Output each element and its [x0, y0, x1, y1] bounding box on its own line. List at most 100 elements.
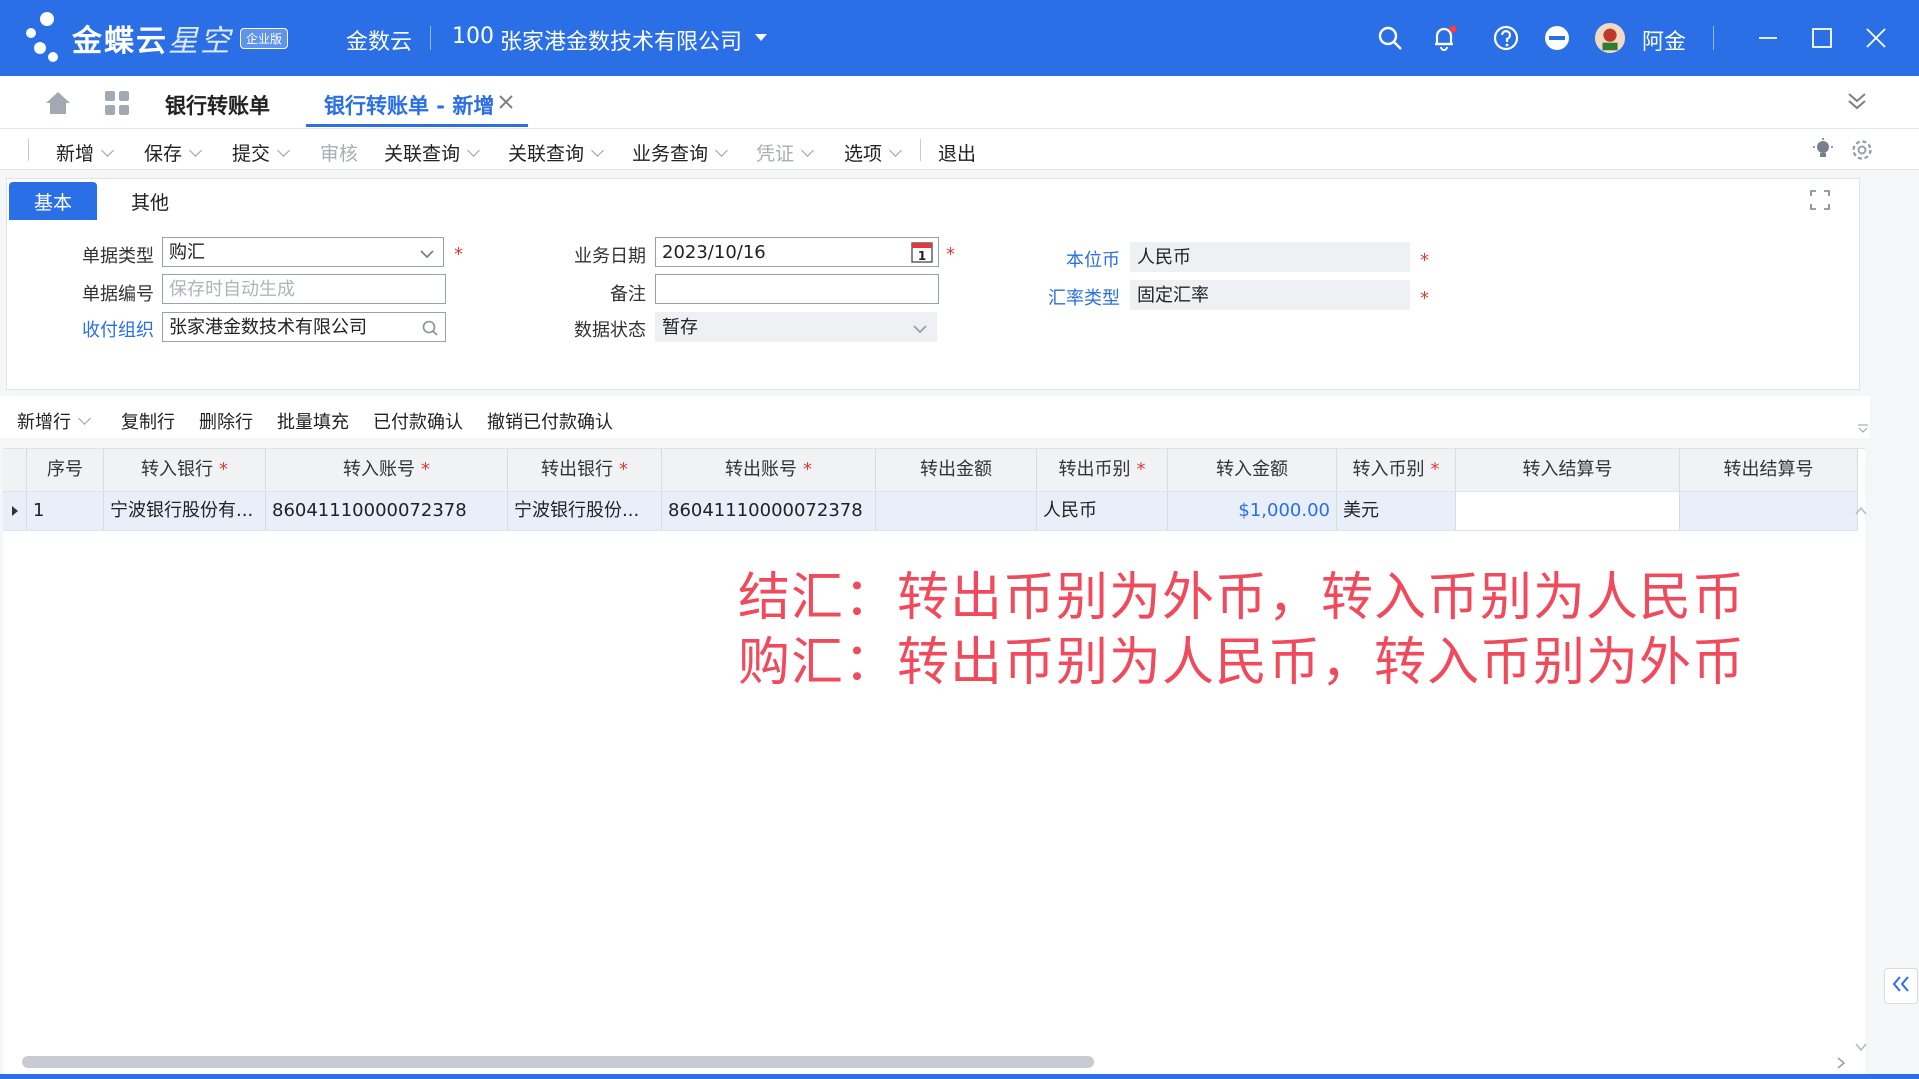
collapse-double-chevron-icon[interactable]: [1846, 90, 1868, 117]
tab-transfer-new[interactable]: 银行转账单 - 新增: [324, 90, 494, 120]
divider: [920, 139, 921, 161]
bell-icon[interactable]: [1428, 22, 1460, 54]
toolbar-voucher-button[interactable]: 凭证: [756, 139, 814, 166]
title-bar: 金蝶云星空 企业版 金数云 100 张家港金数技术有限公司 阿金: [0, 0, 1919, 76]
gear-icon[interactable]: [1850, 138, 1874, 167]
horizontal-scrollbar[interactable]: [22, 1056, 1094, 1068]
svg-text:1: 1: [918, 249, 926, 263]
base-currency-field[interactable]: 人民币: [1130, 242, 1410, 272]
cell-out-amount[interactable]: [876, 492, 1037, 530]
cell-in-bank[interactable]: 宁波银行股份有...: [104, 492, 266, 530]
scroll-right-icon[interactable]: [1836, 1054, 1846, 1075]
col-header-seq[interactable]: 序号: [27, 449, 104, 491]
logo-text: 金蝶云星空: [72, 24, 232, 59]
scroll-up-icon[interactable]: [1855, 500, 1867, 521]
col-header-in-currency[interactable]: 转入币别 *: [1337, 449, 1456, 491]
tab-transfer-list[interactable]: 银行转账单: [165, 90, 270, 120]
rate-type-label[interactable]: 汇率类型: [1022, 284, 1120, 310]
maximize-icon[interactable]: [1806, 22, 1838, 54]
cell-in-amount[interactable]: $1,000.00: [1168, 492, 1337, 530]
business-date-input[interactable]: 2023/10/16 1: [655, 237, 939, 267]
cell-out-settlement-no[interactable]: [1680, 492, 1858, 530]
divider: [430, 26, 431, 50]
cell-in-account[interactable]: 860411100000723​78: [266, 492, 508, 530]
cell-out-account[interactable]: 860411100000723​78: [662, 492, 876, 530]
help-icon[interactable]: [1490, 22, 1522, 54]
grid-delete-row-button[interactable]: 删除行: [199, 408, 253, 434]
org-code[interactable]: 100: [452, 24, 494, 49]
table-row[interactable]: 1 宁波银行股份有... 860411100000723​78 宁波银行股份..…: [3, 492, 1858, 531]
grid-batch-fill-button[interactable]: 批量填充: [277, 408, 349, 434]
col-header-out-amount[interactable]: 转出金额: [876, 449, 1037, 491]
close-icon[interactable]: [1860, 22, 1892, 54]
grid-copy-row-button[interactable]: 复制行: [121, 408, 175, 434]
avatar[interactable]: [1594, 22, 1626, 54]
data-status-select[interactable]: 暂存: [655, 312, 937, 342]
tab-close-icon[interactable]: [498, 94, 514, 115]
toolbar-save-button[interactable]: 保存: [144, 139, 202, 166]
search-icon[interactable]: [421, 317, 439, 347]
grid-menu-icon[interactable]: [1857, 418, 1869, 439]
cell-in-currency[interactable]: 美元: [1337, 492, 1456, 530]
toolbar-audit-button[interactable]: 审核: [320, 139, 358, 166]
chevron-down-icon: [912, 317, 928, 347]
org-label[interactable]: 收付组织: [56, 316, 154, 342]
chevron-down-icon: [419, 242, 435, 272]
toolbar-submit-button[interactable]: 提交: [232, 139, 290, 166]
grid-add-row-button[interactable]: 新增行: [17, 408, 91, 434]
col-header-out-settlement-no[interactable]: 转出结算号: [1680, 449, 1858, 491]
divider: [28, 139, 29, 161]
doc-no-input[interactable]: 保存时自动生成: [162, 274, 446, 304]
col-header-out-account[interactable]: 转出账号 *: [662, 449, 876, 491]
remark-input[interactable]: [655, 274, 939, 304]
cell-out-currency[interactable]: 人民币: [1037, 492, 1168, 530]
toolbar-related-query-2-button[interactable]: 关联查询: [508, 139, 604, 166]
org-dropdown-icon[interactable]: [745, 22, 777, 54]
apps-grid-icon[interactable]: [104, 90, 130, 121]
toolbar-new-button[interactable]: 新增: [56, 139, 114, 166]
col-header-in-bank[interactable]: 转入银行 *: [104, 449, 266, 491]
base-currency-label[interactable]: 本位币: [1022, 246, 1120, 272]
rate-type-field[interactable]: 固定汇率: [1130, 280, 1410, 310]
col-header-in-account[interactable]: 转入账号 *: [266, 449, 508, 491]
toolbar-exit-button[interactable]: 退出: [938, 139, 976, 166]
org-name[interactable]: 张家港金数技术有限公司: [500, 24, 742, 56]
minus-circle-icon[interactable]: [1541, 22, 1573, 54]
side-panel-toggle[interactable]: [1884, 968, 1918, 1004]
grid-paid-confirm-button[interactable]: 已付款确认: [373, 408, 463, 434]
cell-out-bank[interactable]: 宁波银行股份...: [508, 492, 662, 530]
toolbar-related-query-button[interactable]: 关联查询: [384, 139, 480, 166]
home-icon[interactable]: [44, 90, 72, 121]
tab-other[interactable]: 其他: [110, 182, 190, 220]
calendar-icon[interactable]: 1: [910, 240, 934, 274]
window-bottom-border: [0, 1074, 1919, 1079]
data-status-label: 数据状态: [574, 320, 646, 341]
tab-basic[interactable]: 基本: [9, 182, 97, 220]
business-date-label: 业务日期: [574, 246, 646, 267]
minimize-icon[interactable]: [1752, 22, 1784, 54]
toolbar-options-button[interactable]: 选项: [844, 139, 902, 166]
cell-seq[interactable]: 1: [27, 492, 104, 530]
col-header-in-settlement-no[interactable]: 转入结算号: [1456, 449, 1680, 491]
required-mark: *: [454, 244, 463, 265]
doc-type-select[interactable]: 购汇: [162, 237, 444, 267]
row-pointer-icon: [3, 492, 27, 530]
grid-cancel-paid-confirm-button[interactable]: 撤销已付款确认: [487, 408, 613, 434]
col-header-out-bank[interactable]: 转出银行 *: [508, 449, 662, 491]
cell-in-settlement-no[interactable]: [1456, 492, 1680, 530]
divider: [1713, 26, 1714, 50]
expand-icon[interactable]: [1810, 190, 1830, 215]
search-icon[interactable]: [1374, 22, 1406, 54]
product-name[interactable]: 金数云: [346, 24, 412, 56]
bulb-icon[interactable]: [1812, 138, 1834, 165]
toolbar-business-query-button[interactable]: 业务查询: [632, 139, 728, 166]
main-toolbar: 新增 保存 提交 审核 关联查询 关联查询 业务查询 凭证 选项 退出: [0, 129, 1919, 170]
required-mark: *: [1420, 250, 1429, 271]
scroll-down-icon[interactable]: [1855, 1036, 1867, 1057]
transfer-grid: 序号 转入银行 * 转入账号 * 转出银行 * 转出账号 * 转出金额 转出币别 * 转入…: [3, 448, 1865, 1077]
tab-strip: 银行转账单 银行转账单 - 新增: [0, 76, 1919, 129]
col-header-out-currency[interactable]: 转出币别 *: [1037, 449, 1168, 491]
user-name[interactable]: 阿金: [1642, 24, 1686, 56]
col-header-in-amount[interactable]: 转入金额: [1168, 449, 1337, 491]
org-input[interactable]: 张家港金数技术有限公司: [162, 312, 446, 342]
